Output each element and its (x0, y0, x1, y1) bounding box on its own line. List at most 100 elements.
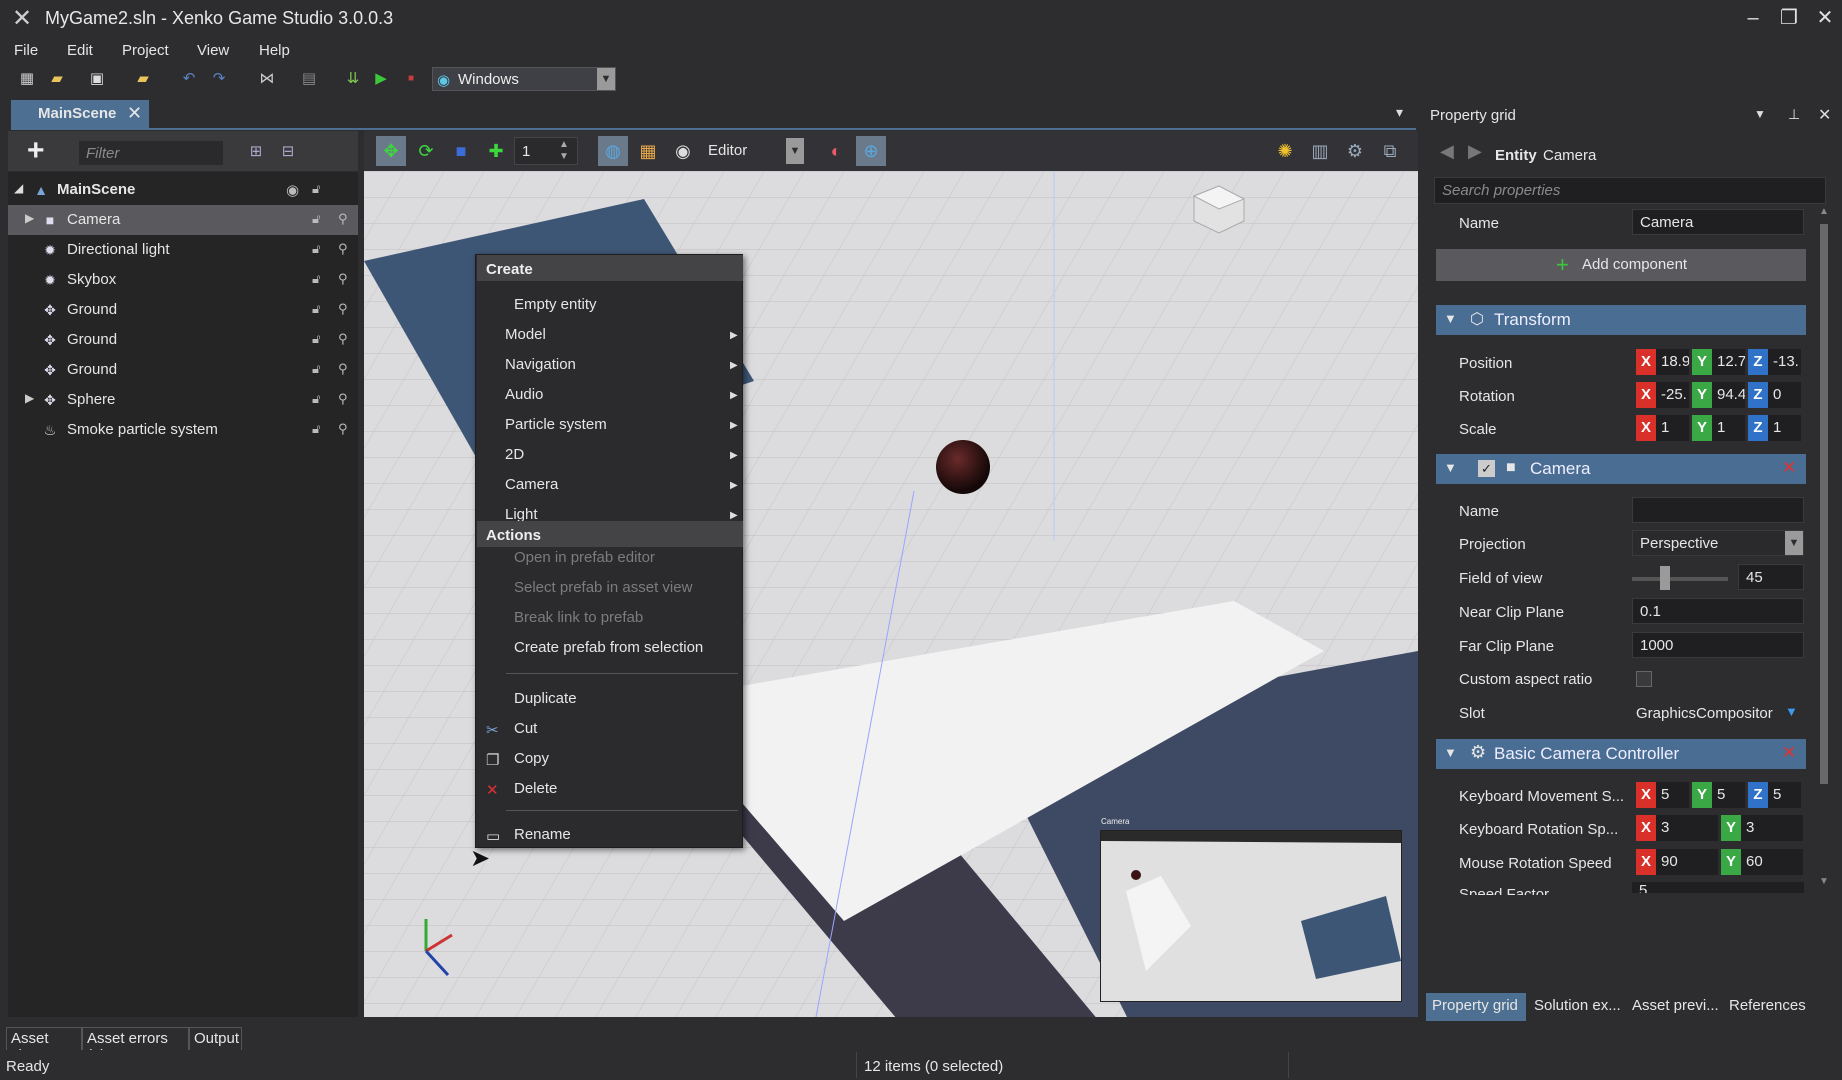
z-value-input[interactable]: 0 (1768, 382, 1801, 408)
sphere-entity[interactable] (936, 440, 990, 494)
lock-icon[interactable]: 🔓︎ (312, 211, 320, 227)
transform-section-header[interactable]: ▼ ⬡ Transform (1436, 305, 1806, 335)
tab-output[interactable]: Output (189, 1027, 242, 1051)
lock-icon[interactable]: 🔓︎ (312, 271, 320, 287)
lock-icon[interactable]: 🔓︎ (312, 361, 320, 377)
visibility-eye-icon[interactable]: ◉ (286, 181, 299, 199)
grid-toggle-icon[interactable]: ▦ (633, 136, 663, 166)
tree-item[interactable]: ▶ ■ Camera 🔓︎ ⚲ (8, 205, 358, 235)
menu-edit[interactable]: Edit (67, 42, 93, 59)
folder-icon[interactable]: ▰ (132, 68, 154, 90)
menu-item-camera[interactable]: Camera (505, 476, 558, 493)
tree-item[interactable]: ✹ Directional light 🔓︎ ⚲ (8, 235, 358, 265)
stop-icon[interactable]: ■ (400, 68, 422, 90)
y-value-input[interactable]: 94.4 (1712, 382, 1745, 408)
x-value-input[interactable]: 3 (1656, 815, 1718, 841)
build-icon[interactable]: ⇊ (342, 68, 364, 90)
add-component-button[interactable]: + Add component (1436, 249, 1806, 281)
zoom-to-icon[interactable]: ⚲ (338, 211, 348, 227)
menu-item-model[interactable]: Model (505, 326, 546, 343)
collapse-all-icon[interactable]: ⊟ (277, 141, 299, 163)
y-value-input[interactable]: 1 (1712, 415, 1745, 441)
snap-gizmo-icon[interactable]: ✚ (481, 136, 511, 166)
camera-mode-select[interactable]: Editor ▼ (700, 137, 804, 165)
camera-name-input[interactable] (1632, 497, 1804, 523)
x-value-input[interactable]: 18.9 (1656, 349, 1689, 375)
search-properties-input[interactable]: Search properties (1434, 177, 1826, 204)
lock-icon[interactable]: 🔓︎ (312, 391, 320, 407)
minimize-button[interactable]: – (1736, 4, 1770, 32)
tree-item[interactable]: ✥ Ground 🔓︎ ⚲ (8, 355, 358, 385)
navigation-mesh-icon[interactable]: ⊕ (856, 136, 886, 166)
back-icon[interactable]: ◀ (1440, 141, 1454, 162)
projection-select[interactable]: Perspective ▼ (1632, 530, 1804, 556)
filter-input[interactable]: Filter (78, 140, 224, 166)
undo-icon[interactable]: ↶ (178, 68, 200, 90)
save-icon[interactable]: ▣ (86, 68, 108, 90)
restore-button[interactable]: ❐ (1772, 4, 1806, 32)
expand-all-icon[interactable]: ⊞ (245, 141, 267, 163)
world-space-icon[interactable]: ◍ (598, 136, 628, 166)
slot-dropdown-icon[interactable]: ▼ (1785, 704, 1798, 719)
z-value-input[interactable]: 1 (1768, 415, 1801, 441)
tab-mainscene[interactable]: MainScene ✕ (11, 100, 149, 128)
x-value-input[interactable]: -25. (1656, 382, 1689, 408)
lock-icon[interactable]: 🔓︎ (312, 301, 320, 317)
menu-item-copy[interactable]: Copy (514, 750, 549, 767)
zoom-to-icon[interactable]: ⚲ (338, 391, 348, 407)
scene-stats-icon[interactable]: ▥ (1305, 136, 1335, 166)
collapse-arrow-icon[interactable]: ◢ (14, 181, 23, 195)
camera-section-header[interactable]: ▼ ✓ ■ Camera ✕ (1436, 454, 1806, 484)
menu-item-empty-entity[interactable]: Empty entity (514, 296, 597, 313)
remove-component-icon[interactable]: ✕ (1782, 458, 1796, 478)
fov-slider-track[interactable] (1632, 577, 1728, 581)
tab-asset-view[interactable]: Asset view (6, 1027, 82, 1064)
play-icon[interactable]: ▶ (370, 68, 392, 90)
tab-asset-preview[interactable]: Asset previ... (1632, 997, 1719, 1014)
tab-property-grid[interactable]: Property grid (1432, 997, 1518, 1014)
camera-eye-icon[interactable]: ◉ (668, 136, 698, 166)
scroll-up-icon[interactable]: ▲ (1819, 206, 1829, 217)
stepper-up-icon[interactable]: ▲ (559, 139, 569, 150)
add-entity-icon[interactable]: + (27, 136, 45, 166)
lock-icon[interactable]: 🔓︎ (312, 421, 320, 437)
lock-icon[interactable]: 🔓︎ (312, 241, 320, 257)
x-value-input[interactable]: 5 (1656, 782, 1689, 808)
z-value-input[interactable]: 5 (1768, 782, 1801, 808)
scale-gizmo-icon[interactable]: ■ (446, 136, 476, 166)
zoom-to-icon[interactable]: ⚲ (338, 271, 348, 287)
panel-close-icon[interactable]: ✕ (1818, 105, 1831, 125)
platform-select[interactable]: ◉ Windows ▼ (432, 67, 616, 91)
speed-factor-input[interactable]: 5 (1632, 882, 1804, 893)
controller-section-header[interactable]: ▼ ⚙ Basic Camera Controller ✕ (1436, 739, 1806, 769)
fov-input[interactable]: 45 (1738, 564, 1804, 590)
pin-icon[interactable]: ⊥ (1788, 106, 1800, 123)
menu-view[interactable]: View (197, 42, 229, 59)
lock-icon[interactable]: 🔓︎ (312, 331, 320, 347)
visual-studio-icon[interactable]: ⋈ (256, 68, 278, 90)
menu-item-navigation[interactable]: Navigation (505, 356, 576, 373)
tree-item[interactable]: ✥ Ground 🔓︎ ⚲ (8, 295, 358, 325)
package-icon[interactable]: ▤ (298, 68, 320, 90)
y-value-input[interactable]: 3 (1741, 815, 1803, 841)
zoom-to-icon[interactable]: ⚲ (338, 361, 348, 377)
menu-item-delete[interactable]: Delete (514, 780, 557, 797)
menu-item-audio[interactable]: Audio (505, 386, 543, 403)
far-clip-input[interactable]: 1000 (1632, 632, 1804, 658)
menu-item-create-prefab-from-selection[interactable]: Create prefab from selection (514, 639, 703, 656)
tab-solution-explorer[interactable]: Solution ex... (1534, 997, 1621, 1014)
open-folder-icon[interactable]: ▰ (46, 68, 68, 90)
custom-aspect-checkbox[interactable] (1636, 671, 1652, 687)
near-clip-input[interactable]: 0.1 (1632, 598, 1804, 624)
remove-component-icon[interactable]: ✕ (1782, 743, 1796, 763)
new-icon[interactable]: ▦ (16, 68, 38, 90)
collapse-arrow-icon[interactable]: ▼ (1444, 311, 1457, 326)
camera-preview-icon[interactable]: ⧉ (1375, 136, 1405, 166)
render-mode-icon[interactable]: ◐ (821, 136, 851, 166)
tree-item[interactable]: ♨ Smoke particle system 🔓︎ ⚲ (8, 415, 358, 445)
zoom-to-icon[interactable]: ⚲ (338, 241, 348, 257)
expand-arrow-icon[interactable]: ▶ (25, 391, 34, 405)
menu-help[interactable]: Help (259, 42, 290, 59)
zoom-to-icon[interactable]: ⚲ (338, 331, 348, 347)
scroll-down-icon[interactable]: ▼ (1819, 876, 1829, 887)
